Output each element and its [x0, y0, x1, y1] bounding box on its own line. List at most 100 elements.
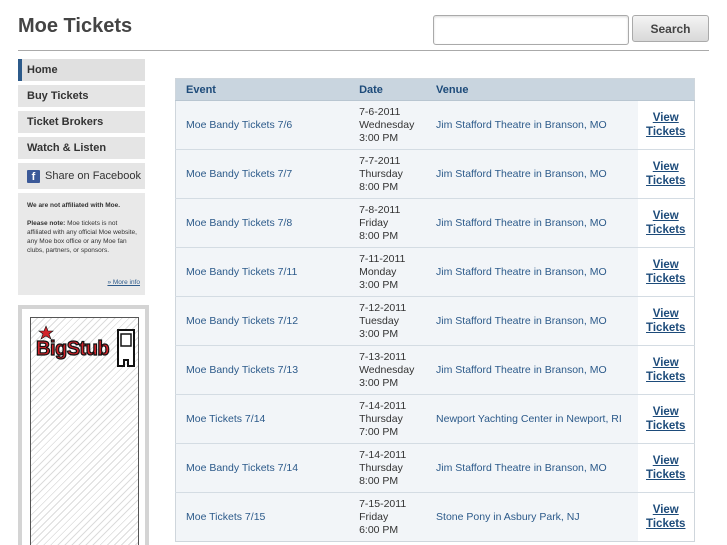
- event-venue: Jim Stafford Theatre in Branson, MO: [426, 198, 638, 248]
- view-tickets-label: View: [652, 357, 679, 369]
- event-venue: Newport Yachting Center in Newport, RI: [426, 394, 638, 444]
- event-label: Moe Tickets 7/15: [186, 511, 266, 523]
- sidebar-item-watch-listen[interactable]: Watch & Listen: [18, 137, 145, 159]
- event-date-value: 7-14-2011: [359, 399, 407, 412]
- sidebar-item-home[interactable]: Home: [18, 59, 145, 81]
- view-tickets-label: View: [652, 161, 679, 173]
- event-venue: Jim Stafford Theatre in Branson, MO: [426, 296, 638, 346]
- event-weekday: Tuesday: [359, 314, 399, 327]
- column-header-date: Date: [349, 78, 427, 101]
- view-tickets-link[interactable]: View Tickets: [646, 454, 685, 482]
- event-time: 6:00 PM: [359, 523, 399, 536]
- event-date: 7-15-2011 Friday 6:00 PM: [349, 492, 427, 542]
- event-weekday: Thursday: [359, 412, 403, 425]
- sidebar-item-label: Ticket Brokers: [27, 116, 104, 128]
- event-name[interactable]: Moe Bandy Tickets 7/7: [175, 149, 350, 199]
- sidebar-item-label: Home: [27, 64, 58, 76]
- view-tickets-label: View: [652, 455, 679, 467]
- bigstub-logo-text: BigStub: [36, 338, 109, 360]
- event-date: 7-11-2011 Monday 3:00 PM: [349, 247, 427, 297]
- view-tickets-cell: View Tickets: [637, 492, 695, 542]
- event-date-value: 7-12-2011: [359, 301, 407, 314]
- events-table: Event Date Venue Moe Bandy Tickets 7/6 7…: [175, 78, 695, 542]
- event-label: Moe Bandy Tickets 7/8: [186, 217, 293, 229]
- view-tickets-link[interactable]: View Tickets: [646, 503, 685, 531]
- event-weekday: Friday: [359, 510, 389, 523]
- view-tickets-label: View: [652, 504, 679, 516]
- venue-label: Jim Stafford Theatre in Branson, MO: [436, 462, 607, 474]
- view-tickets-link[interactable]: View Tickets: [646, 307, 685, 335]
- column-header-venue: Venue: [426, 78, 638, 101]
- event-time: 7:00 PM: [359, 425, 399, 438]
- view-tickets-cell: View Tickets: [637, 345, 695, 395]
- venue-label: Jim Stafford Theatre in Branson, MO: [436, 217, 607, 229]
- table-row: Moe Tickets 7/15 7-15-2011 Friday 6:00 P…: [175, 492, 695, 542]
- event-weekday: Wednesday: [359, 118, 415, 131]
- sidebar-item-label: Watch & Listen: [27, 142, 107, 154]
- event-label: Moe Bandy Tickets 7/11: [186, 266, 298, 278]
- sidebar-item-ticket-brokers[interactable]: Ticket Brokers: [18, 111, 145, 133]
- site-title[interactable]: Moe Tickets: [18, 15, 132, 38]
- more-info-link[interactable]: » More info: [107, 278, 140, 287]
- disclaimer-note-label: Please note:: [27, 220, 66, 227]
- event-label: Moe Bandy Tickets 7/13: [186, 364, 299, 376]
- table-row: Moe Bandy Tickets 7/14 7-14-2011 Thursda…: [175, 443, 695, 493]
- event-time: 8:00 PM: [359, 229, 399, 242]
- view-tickets-link[interactable]: View Tickets: [646, 405, 685, 433]
- bigstub-ad[interactable]: BigStub: [18, 305, 149, 545]
- event-name[interactable]: Moe Bandy Tickets 7/6: [175, 100, 350, 150]
- view-tickets-label: View: [652, 112, 679, 124]
- event-label: Moe Bandy Tickets 7/6: [186, 119, 293, 131]
- column-header-event: Event: [175, 78, 350, 101]
- event-date-value: 7-15-2011: [359, 497, 407, 510]
- event-label: Moe Bandy Tickets 7/7: [186, 168, 293, 180]
- event-label: Moe Bandy Tickets 7/12: [186, 315, 299, 327]
- event-time: 3:00 PM: [359, 131, 399, 144]
- sidebar-item-buy-tickets[interactable]: Buy Tickets: [18, 85, 145, 107]
- venue-label: Jim Stafford Theatre in Branson, MO: [436, 119, 607, 131]
- event-weekday: Thursday: [359, 167, 403, 180]
- bigstub-logo: BigStub: [35, 325, 135, 367]
- view-tickets-label: Tickets: [646, 469, 686, 481]
- view-tickets-cell: View Tickets: [637, 149, 695, 199]
- event-venue: Stone Pony in Asbury Park, NJ: [426, 492, 638, 542]
- event-venue: Jim Stafford Theatre in Branson, MO: [426, 100, 638, 150]
- table-row: Moe Bandy Tickets 7/6 7-6-2011 Wednesday…: [175, 100, 695, 150]
- view-tickets-link[interactable]: View Tickets: [646, 209, 685, 237]
- event-weekday: Friday: [359, 216, 389, 229]
- event-time: 3:00 PM: [359, 327, 399, 340]
- event-time: 3:00 PM: [359, 278, 399, 291]
- event-name[interactable]: Moe Tickets 7/14: [175, 394, 350, 444]
- sidebar-item-label: Buy Tickets: [27, 90, 89, 102]
- view-tickets-label: Tickets: [646, 371, 686, 383]
- table-row: Moe Bandy Tickets 7/7 7-7-2011 Thursday …: [175, 149, 695, 199]
- view-tickets-label: Tickets: [646, 126, 686, 138]
- venue-label: Jim Stafford Theatre in Branson, MO: [436, 168, 607, 180]
- event-name[interactable]: Moe Bandy Tickets 7/11: [175, 247, 350, 297]
- facebook-icon: f: [27, 169, 40, 183]
- event-name[interactable]: Moe Bandy Tickets 7/8: [175, 198, 350, 248]
- view-tickets-link[interactable]: View Tickets: [646, 111, 685, 139]
- event-name[interactable]: Moe Bandy Tickets 7/14: [175, 443, 350, 493]
- table-row: Moe Bandy Tickets 7/11 7-11-2011 Monday …: [175, 247, 695, 297]
- event-name[interactable]: Moe Tickets 7/15: [175, 492, 350, 542]
- view-tickets-link[interactable]: View Tickets: [646, 160, 685, 188]
- event-weekday: Thursday: [359, 461, 403, 474]
- event-date-value: 7-14-2011: [359, 448, 407, 461]
- view-tickets-label: View: [652, 406, 679, 418]
- view-tickets-cell: View Tickets: [637, 443, 695, 493]
- event-name[interactable]: Moe Bandy Tickets 7/13: [175, 345, 350, 395]
- event-date: 7-12-2011 Tuesday 3:00 PM: [349, 296, 427, 346]
- view-tickets-link[interactable]: View Tickets: [646, 258, 685, 286]
- venue-label: Jim Stafford Theatre in Branson, MO: [436, 315, 607, 327]
- view-tickets-label: Tickets: [646, 273, 686, 285]
- share-on-facebook-button[interactable]: f Share on Facebook: [18, 163, 145, 189]
- view-tickets-link[interactable]: View Tickets: [646, 356, 685, 384]
- event-name[interactable]: Moe Bandy Tickets 7/12: [175, 296, 350, 346]
- event-venue: Jim Stafford Theatre in Branson, MO: [426, 345, 638, 395]
- search-button[interactable]: Search: [632, 15, 709, 42]
- event-date: 7-14-2011 Thursday 7:00 PM: [349, 394, 427, 444]
- search-input[interactable]: [433, 15, 629, 45]
- event-date-value: 7-13-2011: [359, 350, 407, 363]
- view-tickets-label: Tickets: [646, 322, 686, 334]
